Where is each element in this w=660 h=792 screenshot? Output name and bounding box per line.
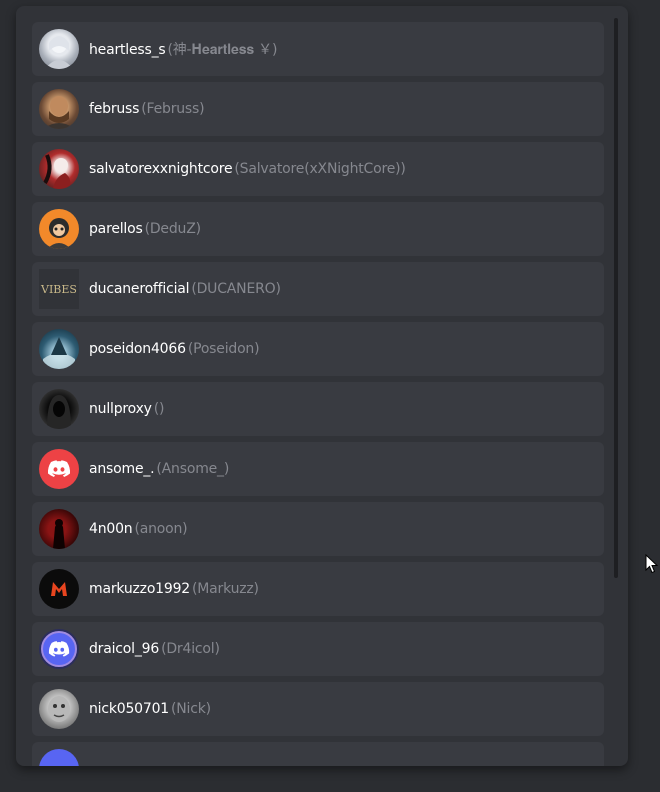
- member-row[interactable]: ansome_. (Ansome_): [32, 442, 604, 496]
- member-display-name: (DUCANERO): [191, 281, 281, 297]
- member-username: ducanerofficial: [89, 281, 190, 297]
- partial-avatar: [39, 749, 79, 766]
- member-row[interactable]: heartless_s (神-𝐇𝐞𝐚𝐫𝐭𝐥𝐞𝐬𝐬 ￥): [32, 22, 604, 76]
- member-username: parellos: [89, 221, 143, 237]
- member-display-name: (): [153, 401, 165, 417]
- member-display-name: (Nick): [171, 701, 211, 717]
- member-display-name: (Dr4icol): [161, 641, 220, 657]
- 4n00n-avatar: [39, 509, 79, 549]
- nick-avatar: [39, 689, 79, 729]
- salvatore-avatar: [39, 149, 79, 189]
- member-row[interactable]: parellos (DeduZ): [32, 202, 604, 256]
- member-username: salvatorexxnightcore: [89, 161, 233, 177]
- member-display-name: (Februss): [141, 101, 205, 117]
- vibes-logo-text: VIBES: [40, 283, 77, 296]
- member-list-panel: heartless_s (神-𝐇𝐞𝐚𝐫𝐭𝐥𝐞𝐬𝐬 ￥) februss (Febru…: [16, 6, 628, 766]
- member-row[interactable]: februss (Februss): [32, 82, 604, 136]
- member-display-name: (Salvatore(xXNightCore)): [234, 161, 406, 177]
- member-row[interactable]: poseidon4066 (Poseidon): [32, 322, 604, 376]
- member-row[interactable]: draicol_96 (Dr4icol): [32, 622, 604, 676]
- member-username: nick050701: [89, 701, 170, 717]
- heartless-avatar: [39, 29, 79, 69]
- parellos-avatar: [39, 209, 79, 249]
- member-username: nullproxy: [89, 401, 152, 417]
- member-username: 4n00n: [89, 521, 133, 537]
- member-row[interactable]: markuzzo1992 (Markuzz): [32, 562, 604, 616]
- member-row[interactable]: nick050701 (Nick): [32, 682, 604, 736]
- member-username: heartless_s: [89, 42, 166, 58]
- member-row[interactable]: 4n00n (anoon): [32, 502, 604, 556]
- discord-logo-avatar: [39, 449, 79, 489]
- member-display-name: (DeduZ): [144, 221, 201, 237]
- nullproxy-avatar: [39, 389, 79, 429]
- ducanero-avatar: VIBES: [39, 269, 79, 309]
- scrollbar[interactable]: [614, 18, 618, 578]
- member-username: ansome_.: [89, 461, 155, 477]
- member-display-name: (anoon): [134, 521, 188, 537]
- member-row[interactable]: salvatorexxnightcore (Salvatore(xXNightCo…: [32, 142, 604, 196]
- member-display-name: (Markuzz): [192, 581, 259, 597]
- februss-avatar: [39, 89, 79, 129]
- member-row[interactable]: VIBES ducanerofficial (DUCANERO): [32, 262, 604, 316]
- member-list[interactable]: heartless_s (神-𝐇𝐞𝐚𝐫𝐭𝐥𝐞𝐬𝐬 ￥) februss (Febru…: [32, 22, 604, 766]
- discord-icon: [47, 460, 71, 477]
- discord-logo-avatar: [39, 629, 79, 669]
- discord-icon: [48, 641, 70, 657]
- member-row[interactable]: nullproxy(): [32, 382, 604, 436]
- member-username: februss: [89, 101, 140, 117]
- member-username: draicol_96: [89, 641, 160, 657]
- mouse-cursor-icon: [645, 554, 659, 574]
- markuzz-avatar: [39, 569, 79, 609]
- member-row[interactable]: [32, 742, 604, 766]
- poseidon-avatar: [39, 329, 79, 369]
- member-display-name: (神-𝐇𝐞𝐚𝐫𝐭𝐥𝐞𝐬𝐬 ￥): [167, 42, 278, 58]
- member-username: poseidon4066: [89, 341, 186, 357]
- member-display-name: (Ansome_): [156, 461, 230, 477]
- member-username: markuzzo1992: [89, 581, 191, 597]
- member-display-name: (Poseidon): [187, 341, 260, 357]
